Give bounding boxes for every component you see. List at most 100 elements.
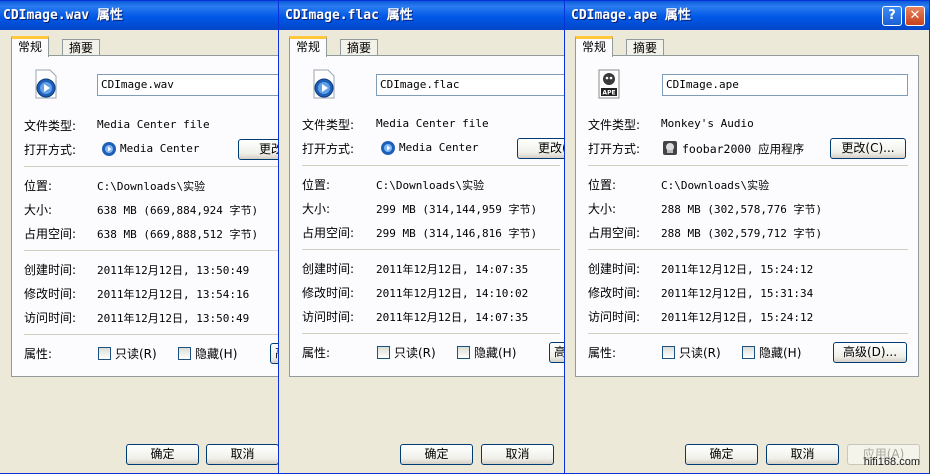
tab-general[interactable]: 常规 <box>289 36 328 57</box>
properties-dialog-flac: CDImage.flac 属性 常规 摘要 CDImage.flac 文件类型:… <box>278 0 566 474</box>
location-label: 位置: <box>24 179 53 193</box>
created-value: 2011年12月12日, 14:07:35 <box>376 263 529 276</box>
hidden-checkbox[interactable] <box>742 346 755 359</box>
readonly-checkbox[interactable] <box>98 347 111 360</box>
close-icon[interactable]: ✕ <box>905 6 925 26</box>
size-label: 大小: <box>588 202 617 216</box>
readonly-checkbox[interactable] <box>377 346 390 359</box>
separator <box>302 333 560 334</box>
disk-size-label: 占用空间: <box>302 226 355 240</box>
tab-summary[interactable]: 摘要 <box>62 39 101 56</box>
general-panel: CDImage.wav 文件类型: Media Center file 打开方式… <box>11 55 281 377</box>
separator <box>24 250 281 251</box>
location-label: 位置: <box>588 178 617 192</box>
created-label: 创建时间: <box>302 262 355 276</box>
tab-general[interactable]: 常规 <box>11 36 50 57</box>
media-center-file-icon <box>313 69 335 99</box>
cancel-button[interactable]: 取消 <box>206 444 279 465</box>
ok-button[interactable]: 确定 <box>400 444 473 465</box>
file-type-value: Media Center file <box>376 117 489 130</box>
readonly-label: 只读(R) <box>679 346 721 360</box>
title-bar[interactable]: CDImage.ape 属性 ? ✕ <box>565 1 929 30</box>
title-bar[interactable]: CDImage.flac 属性 <box>279 1 565 30</box>
dialog-title: CDImage.ape 属性 <box>571 8 691 23</box>
tab-summary[interactable]: 摘要 <box>626 39 665 56</box>
hidden-label: 隐藏(H) <box>195 347 238 361</box>
change-button[interactable]: 更改(C)... <box>238 139 281 160</box>
attributes-label: 属性: <box>588 346 617 360</box>
attributes-label: 属性: <box>24 347 53 361</box>
svg-text:APE: APE <box>602 90 615 97</box>
open-with-label: 打开方式: <box>588 142 641 156</box>
size-label: 大小: <box>24 203 53 217</box>
media-center-app-icon <box>381 141 395 155</box>
size-label: 大小: <box>302 202 331 216</box>
accessed-value: 2011年12月12日, 14:07:35 <box>376 311 529 324</box>
monkeys-audio-file-icon: APE <box>598 69 620 99</box>
file-type-value: Monkey's Audio <box>661 117 754 130</box>
attributes-label: 属性: <box>302 346 331 360</box>
hidden-checkbox[interactable] <box>178 347 191 360</box>
hidden-checkbox[interactable] <box>457 346 470 359</box>
created-label: 创建时间: <box>24 263 77 277</box>
disk-size-label: 占用空间: <box>588 226 641 240</box>
dialog-title: CDImage.flac 属性 <box>285 8 413 23</box>
open-with-app: foobar2000 应用程序 <box>682 142 805 156</box>
media-center-app-icon <box>102 142 116 156</box>
file-type-label: 文件类型: <box>588 118 641 132</box>
properties-dialog-wav: CDImage.wav 属性 常规 摘要 CDImage.wav 文件类型: M… <box>0 0 282 474</box>
modified-value: 2011年12月12日, 14:10:02 <box>376 287 529 300</box>
location-label: 位置: <box>302 178 331 192</box>
modified-value: 2011年12月12日, 13:54:16 <box>97 288 250 301</box>
disk-size-value: 299 MB (314,146,816 字节) <box>376 227 538 240</box>
title-bar[interactable]: CDImage.wav 属性 <box>0 1 281 30</box>
ok-button[interactable]: 确定 <box>126 444 199 465</box>
filename-input[interactable]: CDImage.wav <box>97 74 281 96</box>
watermark: hifi168.com <box>863 456 920 468</box>
accessed-label: 访问时间: <box>302 310 355 324</box>
location-value: C:\Downloads\实验 <box>376 179 485 192</box>
open-with-label: 打开方式: <box>24 143 77 157</box>
location-value: C:\Downloads\实验 <box>661 179 770 192</box>
size-value: 288 MB (302,578,776 字节) <box>661 203 823 216</box>
accessed-value: 2011年12月12日, 15:24:12 <box>661 311 814 324</box>
foobar2000-app-icon <box>663 141 677 155</box>
filename-input[interactable]: CDImage.ape <box>662 74 908 96</box>
disk-size-label: 占用空间: <box>24 227 77 241</box>
created-value: 2011年12月12日, 15:24:12 <box>661 263 814 276</box>
separator <box>24 334 281 335</box>
dialog-title: CDImage.wav 属性 <box>3 8 123 23</box>
size-value: 638 MB (669,884,924 字节) <box>97 204 259 217</box>
advanced-button[interactable]: 高级(D)... <box>833 342 907 363</box>
readonly-checkbox[interactable] <box>662 346 675 359</box>
accessed-label: 访问时间: <box>588 310 641 324</box>
location-value: C:\Downloads\实验 <box>97 180 206 193</box>
open-with-label: 打开方式: <box>302 142 355 156</box>
cancel-button[interactable]: 取消 <box>481 444 554 465</box>
change-button[interactable]: 更改(C)... <box>517 138 565 159</box>
disk-size-value: 288 MB (302,579,712 字节) <box>661 227 823 240</box>
help-icon[interactable]: ? <box>882 6 902 26</box>
cancel-button[interactable]: 取消 <box>766 444 839 465</box>
tab-general[interactable]: 常规 <box>575 36 614 57</box>
file-type-value: Media Center file <box>97 118 210 131</box>
separator <box>24 166 281 167</box>
file-type-label: 文件类型: <box>302 118 355 132</box>
tab-summary[interactable]: 摘要 <box>340 39 379 56</box>
filename-input[interactable]: CDImage.flac <box>376 74 565 96</box>
separator <box>302 249 560 250</box>
separator <box>588 165 908 166</box>
modified-label: 修改时间: <box>24 287 77 301</box>
hidden-label: 隐藏(H) <box>759 346 802 360</box>
size-value: 299 MB (314,144,959 字节) <box>376 203 538 216</box>
separator <box>588 333 908 334</box>
change-button[interactable]: 更改(C)... <box>830 138 906 159</box>
accessed-value: 2011年12月12日, 13:50:49 <box>97 312 250 325</box>
properties-dialog-ape: CDImage.ape 属性 ? ✕ 常规 摘要 APE CDImage.ape… <box>564 0 930 474</box>
created-label: 创建时间: <box>588 262 641 276</box>
ok-button[interactable]: 确定 <box>685 444 758 465</box>
general-panel: CDImage.flac 文件类型: Media Center file 打开方… <box>289 55 565 377</box>
accessed-label: 访问时间: <box>24 311 77 325</box>
modified-label: 修改时间: <box>302 286 355 300</box>
modified-label: 修改时间: <box>588 286 641 300</box>
